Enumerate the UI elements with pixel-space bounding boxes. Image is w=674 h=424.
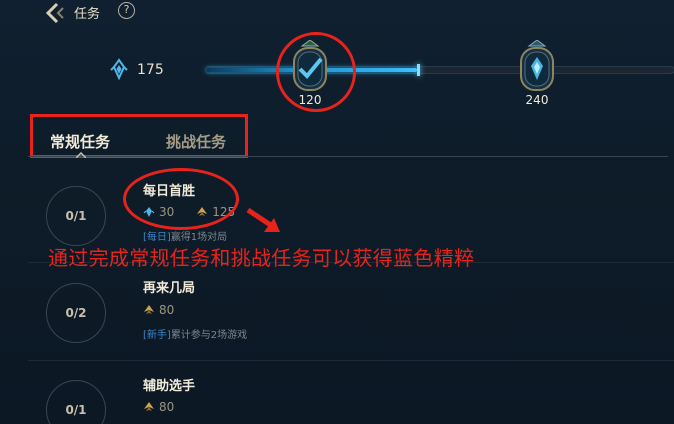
page-title: 任务 (74, 7, 101, 22)
arrow-icon (246, 207, 280, 232)
tab-divider (28, 156, 668, 157)
quest-title: 辅助选手 (143, 379, 196, 394)
quest-desc-text: 累计参与2场游戏 (170, 330, 248, 341)
milestone-value: 240 (525, 93, 549, 107)
help-button[interactable]: ? (118, 2, 135, 19)
milestone-locked[interactable] (513, 39, 561, 98)
reward-value: 80 (159, 400, 175, 414)
quest-progress: 0/1 (46, 186, 106, 246)
blue-essence-icon (110, 58, 128, 80)
chevron-left-icon (45, 2, 64, 24)
quest-rewards: 80 (143, 400, 174, 414)
highlight-box (30, 114, 248, 158)
xp-icon (144, 305, 154, 314)
quest-rewards: 80 (143, 303, 174, 317)
xp-icon (144, 402, 154, 411)
blue-essence-count: 175 (137, 62, 164, 78)
progress-marker (417, 64, 420, 76)
quest-title: 再来几局 (143, 281, 196, 296)
quest-description: [每日]赢得1场对局 (143, 228, 227, 243)
quest-tag: [新手] (143, 330, 171, 341)
row-divider (28, 360, 674, 361)
quest-description: [新手]累计参与2场游戏 (143, 326, 247, 341)
highlight-circle (276, 32, 356, 112)
highlight-circle (123, 168, 239, 230)
back-button[interactable] (40, 0, 70, 26)
capsule-icon (520, 39, 554, 91)
annotation-text: 通过完成常规任务和挑战任务可以获得蓝色精粹 (48, 246, 475, 270)
reward-value: 80 (159, 303, 175, 317)
quest-progress: 0/2 (46, 283, 106, 343)
quest-progress: 0/1 (46, 380, 106, 424)
quest-panel: 任务 ? 175 120 240 常规任务 挑战任务 0/1 每日首胜 30 1… (0, 0, 674, 424)
caret-up-icon (76, 152, 86, 158)
